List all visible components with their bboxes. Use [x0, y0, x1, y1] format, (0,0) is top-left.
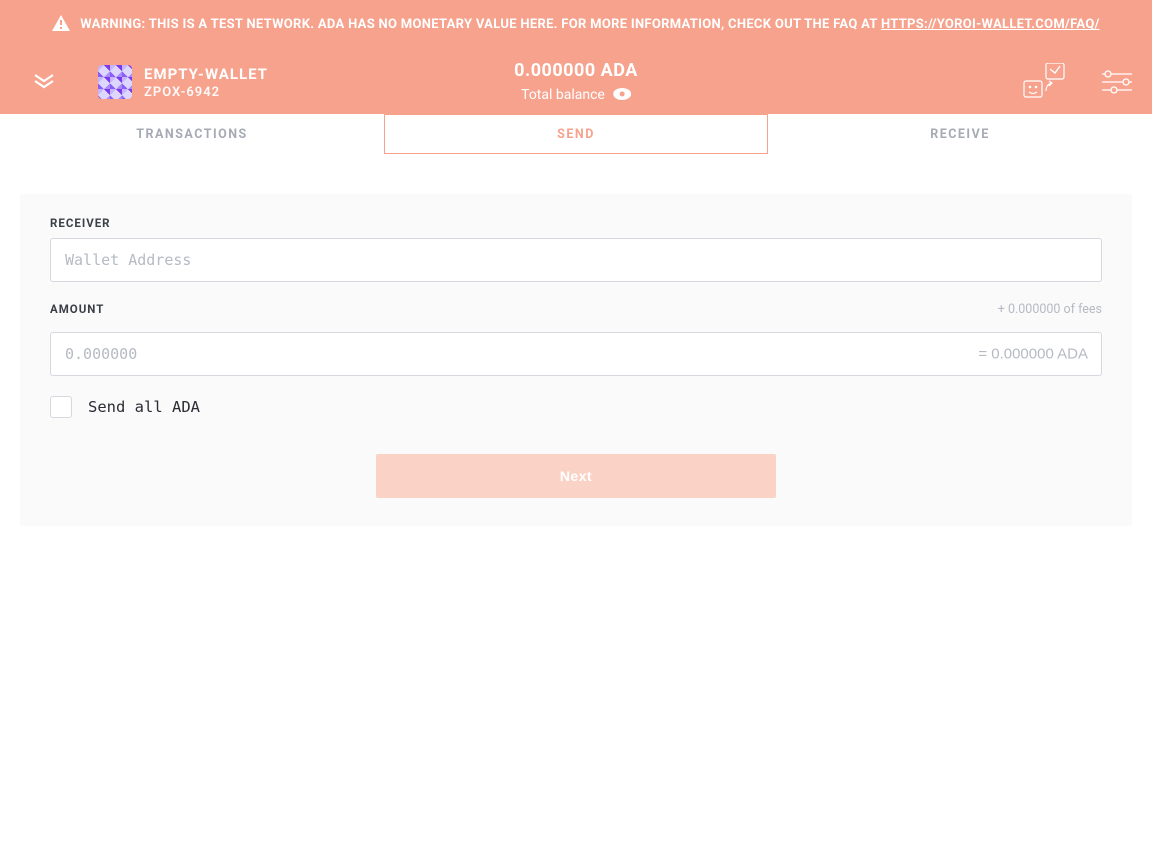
wallet-tabs: TRANSACTIONS SEND RECEIVE [0, 114, 1152, 154]
settings-button[interactable] [1102, 70, 1132, 94]
wallet-avatar-icon [98, 65, 132, 99]
menu-toggle-button[interactable] [20, 58, 68, 106]
send-all-label: Send all ADA [88, 398, 200, 416]
test-network-warning: WARNING: THIS IS A TEST NETWORK. ADA HAS… [0, 0, 1152, 50]
send-all-checkbox[interactable] [50, 396, 72, 418]
send-form-card: RECEIVER AMOUNT + 0.000000 of fees = 0.0… [20, 194, 1132, 526]
tab-send[interactable]: SEND [384, 114, 768, 154]
balance-label: Total balance [521, 87, 605, 103]
wallet-name: EMPTY-WALLET [144, 65, 268, 83]
receiver-label: RECEIVER [50, 216, 1102, 230]
upgrade-wallet-button[interactable] [1022, 63, 1066, 101]
warning-faq-link[interactable]: HTTPS://YOROI-WALLET.COM/FAQ/ [881, 17, 1100, 32]
tab-transactions[interactable]: TRANSACTIONS [0, 114, 384, 154]
warning-text: WARNING: THIS IS A TEST NETWORK. ADA HAS… [80, 15, 1099, 35]
app-header: EMPTY-WALLET ZPOX-6942 0.000000 ADA Tota… [0, 50, 1152, 114]
tab-receive[interactable]: RECEIVE [768, 114, 1152, 154]
eye-icon[interactable] [613, 85, 631, 104]
wallet-plate-id: ZPOX-6942 [144, 85, 268, 100]
fees-hint: + 0.000000 of fees [998, 302, 1102, 317]
wallet-info: EMPTY-WALLET ZPOX-6942 [144, 65, 268, 100]
amount-label: AMOUNT [50, 302, 104, 316]
receiver-input[interactable] [50, 238, 1102, 282]
send-panel: RECEIVER AMOUNT + 0.000000 of fees = 0.0… [0, 154, 1152, 546]
warning-text-prefix: WARNING: THIS IS A TEST NETWORK. ADA HAS… [80, 17, 881, 32]
next-button[interactable]: Next [376, 454, 776, 498]
receiver-field-group: RECEIVER [50, 216, 1102, 282]
send-all-row: Send all ADA [50, 396, 1102, 418]
warning-triangle-icon [52, 15, 70, 35]
balance-block: 0.000000 ADA Total balance [514, 60, 638, 104]
amount-field-group: AMOUNT + 0.000000 of fees = 0.000000 ADA [50, 302, 1102, 376]
balance-amount: 0.000000 ADA [514, 60, 638, 81]
amount-input[interactable] [50, 332, 1102, 376]
